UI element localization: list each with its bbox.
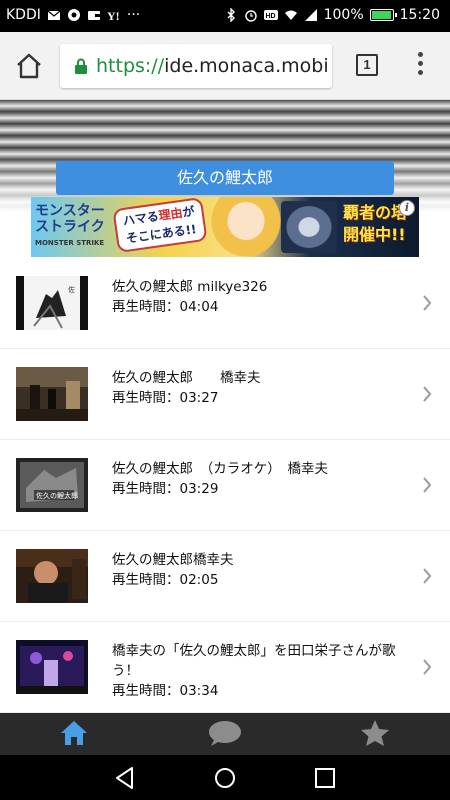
video-list-item[interactable]: 佐久の鯉太郎橋幸夫 再生時間：02:05 — [0, 531, 450, 622]
video-thumbnail — [16, 549, 88, 603]
video-list-item[interactable]: 佐 佐久の鯉太郎 milkye326 再生時間：04:04 — [0, 258, 450, 349]
video-list-item[interactable]: 橋幸夫の「佐久の鯉太郎」を田口栄子さんが歌う！ 再生時間：03:34 — [0, 622, 450, 713]
video-list-item[interactable]: 佐久の鯉太郎 佐久の鯉太郎 （カラオケ） 橋幸夫 再生時間：03:29 — [0, 440, 450, 531]
back-icon[interactable] — [112, 765, 138, 791]
mail-icon — [47, 8, 61, 22]
thumbnail-caption: 佐久の鯉太郎 — [36, 491, 78, 500]
svg-text:Y!: Y! — [107, 9, 120, 22]
chevron-right-icon — [423, 477, 432, 493]
home-tab[interactable] — [44, 713, 104, 755]
video-title: 佐久の鯉太郎橋幸夫 — [112, 552, 234, 568]
svg-text:佐: 佐 — [68, 285, 75, 294]
status-bar: KDDI Y! ··· HD 100% 15:20 — [0, 0, 450, 32]
video-title: 佐久の鯉太郎 milkye326 — [112, 279, 268, 295]
speech-bubble-icon — [209, 721, 241, 746]
system-nav-bar — [0, 755, 450, 800]
recents-icon[interactable] — [312, 765, 338, 791]
video-thumbnail — [16, 367, 88, 421]
url-scheme: https:// — [96, 55, 165, 77]
nav-home-icon[interactable] — [212, 765, 238, 791]
star-icon — [361, 720, 389, 746]
battery-level-fill — [371, 11, 391, 19]
wifi-icon — [284, 8, 298, 22]
chevron-right-icon — [423, 568, 432, 584]
hd-icon: HD — [263, 8, 278, 22]
video-duration: 再生時間：04:04 — [112, 299, 219, 315]
chevron-right-icon — [423, 295, 432, 311]
page-header: 佐久の鯉太郎 モンスター ストライク MONSTER STRIKE ハマる理由が そこ… — [0, 100, 450, 258]
battery-icon — [369, 9, 397, 21]
wallet-icon — [87, 8, 101, 22]
ad-banner[interactable]: モンスター ストライク MONSTER STRIKE ハマる理由が そこにある!! 覇… — [31, 197, 419, 257]
url-host: ide.monaca.mobi — [164, 55, 329, 77]
video-list: 佐 佐久の鯉太郎 milkye326 再生時間：04:04 佐久の鯉太郎 橋幸夫… — [0, 258, 450, 713]
comment-tab[interactable] — [195, 713, 255, 755]
alarm-icon — [244, 8, 258, 22]
video-duration: 再生時間：03:34 — [112, 683, 219, 699]
menu-icon[interactable] — [414, 52, 426, 80]
chevron-right-icon — [423, 386, 432, 402]
video-title: 橋幸夫の「佐久の鯉太郎」を田口栄子さんが歌う！ — [112, 643, 396, 679]
tab-switcher-button[interactable]: 1 — [356, 54, 378, 76]
lock-icon — [75, 58, 87, 74]
ad-info-icon[interactable]: i — [399, 200, 415, 216]
battery-percent: 100% — [323, 7, 364, 23]
carrier-label: KDDI — [6, 7, 41, 23]
svg-text:HD: HD — [265, 13, 275, 20]
video-thumbnail: 佐 — [16, 276, 88, 330]
video-title: 佐久の鯉太郎 橋幸夫 — [112, 370, 261, 386]
monster-strike-logo: モンスター ストライク MONSTER STRIKE — [35, 203, 105, 247]
video-duration: 再生時間：02:05 — [112, 572, 219, 588]
browser-toolbar: https://ide.monaca.mobi 1 — [0, 32, 450, 100]
video-title: 佐久の鯉太郎 （カラオケ） 橋幸夫 — [112, 461, 328, 477]
bottom-tab-bar — [0, 713, 450, 755]
video-duration: 再生時間：03:27 — [112, 390, 219, 406]
bluetooth-icon — [224, 8, 238, 22]
banner-character-image — [211, 197, 281, 257]
yahoo-icon: Y! — [107, 8, 121, 22]
chrome-icon — [67, 8, 81, 22]
video-list-item[interactable]: 佐久の鯉太郎 橋幸夫 再生時間：03:27 — [0, 349, 450, 440]
video-duration: 再生時間：03:29 — [112, 481, 219, 497]
banner-catchphrase: ハマる理由が そこにある!! — [112, 197, 208, 254]
video-thumbnail — [16, 640, 88, 694]
video-thumbnail: 佐久の鯉太郎 — [16, 458, 88, 512]
more-notifications-icon: ··· — [126, 7, 141, 23]
clock: 15:20 — [399, 7, 440, 23]
banner-event-text: 覇者の塔 開催中!! — [343, 203, 408, 244]
chevron-right-icon — [423, 659, 432, 675]
banner-tower-image — [281, 201, 337, 253]
home-icon[interactable] — [14, 51, 44, 81]
page-title: 佐久の鯉太郎 — [56, 161, 394, 195]
favorite-tab[interactable] — [345, 713, 405, 755]
address-bar[interactable]: https://ide.monaca.mobi — [60, 44, 332, 88]
home-tab-icon — [61, 721, 87, 745]
signal-icon — [304, 8, 318, 22]
